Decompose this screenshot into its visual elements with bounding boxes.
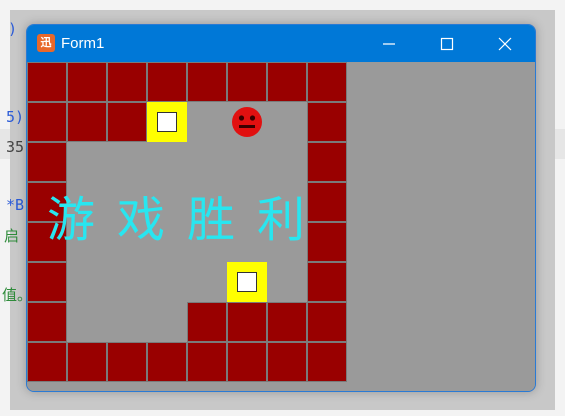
wall-tile [147, 342, 187, 382]
wall-tile [227, 302, 267, 342]
wall-tile [107, 102, 147, 142]
wall-tile [107, 62, 147, 102]
wall-tile [187, 342, 227, 382]
window-title: Form1 [61, 35, 105, 52]
wall-tile [27, 262, 67, 302]
maximize-icon [440, 37, 454, 51]
wall-tile [227, 62, 267, 102]
wall-tile [27, 62, 67, 102]
wall-tile [27, 142, 67, 182]
wall-tile [307, 102, 347, 142]
code-fragment: 5) [6, 108, 25, 126]
code-fragment: 启 [4, 227, 20, 245]
wall-tile [267, 302, 307, 342]
wall-tile [67, 62, 107, 102]
wall-tile [307, 62, 347, 102]
box-on-target [227, 262, 267, 302]
wall-tile [267, 62, 307, 102]
wall-tile [67, 102, 107, 142]
wall-tile [67, 342, 107, 382]
wall-tile [107, 342, 147, 382]
maximize-button[interactable] [418, 25, 476, 62]
app-icon: 迅 [37, 34, 55, 52]
wall-tile [27, 342, 67, 382]
game-board[interactable]: 游戏胜利 [27, 62, 535, 391]
minimize-icon [383, 43, 395, 45]
wall-tile [27, 302, 67, 342]
wall-tile [307, 302, 347, 342]
wall-tile [187, 62, 227, 102]
box-on-target [147, 102, 187, 142]
player-icon [232, 107, 262, 137]
form-window: 迅 Form1 游戏胜利 [26, 24, 536, 392]
win-message: 游戏胜利 [47, 192, 328, 248]
box-icon [157, 112, 177, 132]
wall-tile [227, 342, 267, 382]
wall-tile [307, 142, 347, 182]
box-icon [237, 272, 257, 292]
code-fragment: *B [6, 196, 25, 214]
wall-tile [307, 262, 347, 302]
close-button[interactable] [476, 25, 534, 62]
code-fragment: ) [8, 20, 18, 38]
close-icon [498, 37, 512, 51]
wall-tile [27, 102, 67, 142]
code-fragment: 35 [6, 138, 25, 156]
title-bar[interactable]: 迅 Form1 [27, 25, 535, 62]
wall-tile [187, 302, 227, 342]
minimize-button[interactable] [360, 25, 418, 62]
wall-tile [307, 342, 347, 382]
wall-tile [147, 62, 187, 102]
wall-tile [267, 342, 307, 382]
